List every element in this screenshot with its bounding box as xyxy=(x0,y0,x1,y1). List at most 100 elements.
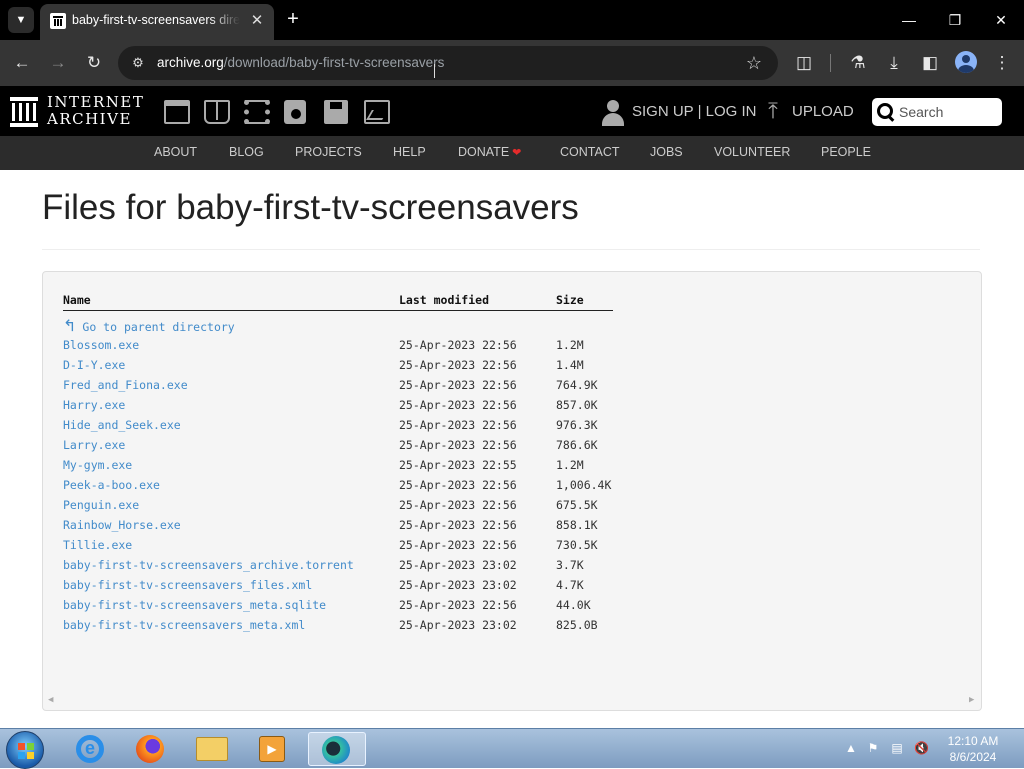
taskbar-firefox[interactable] xyxy=(124,732,176,766)
window-minimize-button[interactable]: — xyxy=(886,0,932,40)
chrome-menu-icon[interactable]: ⋮ xyxy=(990,51,1014,75)
audio-speaker-icon[interactable] xyxy=(284,100,306,124)
file-row: D-I-Y.exe 25-Apr-2023 22:56 1.4M xyxy=(43,358,983,378)
file-link[interactable]: Penguin.exe xyxy=(63,498,139,512)
images-icon[interactable] xyxy=(364,100,390,124)
file-row: Penguin.exe 25-Apr-2023 22:56 675.5K xyxy=(43,498,983,518)
taskbar-clock[interactable]: 12:10 AM 8/6/2024 xyxy=(940,733,1006,765)
file-link[interactable]: Peek-a-boo.exe xyxy=(63,478,160,492)
signup-login-link[interactable]: SIGN UP | LOG IN xyxy=(632,103,756,120)
tab-close-icon[interactable]: ✕ xyxy=(248,12,266,30)
nav-contact[interactable]: CONTACT xyxy=(560,145,620,159)
scroll-right-arrow-icon[interactable]: ▶ xyxy=(969,695,979,705)
taskbar-internet-explorer[interactable]: e xyxy=(62,732,114,766)
tab-search-button[interactable]: ▼ xyxy=(8,7,34,33)
file-link[interactable]: baby-first-tv-screensavers_archive.torre… xyxy=(63,558,354,572)
upload-link[interactable]: UPLOAD xyxy=(792,103,854,120)
reload-icon[interactable]: ↻ xyxy=(82,51,106,75)
ia-search-box[interactable] xyxy=(872,98,1002,126)
file-link[interactable]: baby-first-tv-screensavers_meta.xml xyxy=(63,618,305,632)
texts-book-icon[interactable] xyxy=(204,100,230,124)
file-size: 764.9K xyxy=(556,378,598,392)
archive-building-logo-icon[interactable] xyxy=(10,97,38,127)
ia-logo-wordmark[interactable]: INTERNET ARCHIVE xyxy=(47,94,144,128)
file-link[interactable]: My-gym.exe xyxy=(63,458,132,472)
side-panel-icon[interactable]: ◧ xyxy=(918,51,942,75)
volume-muted-icon[interactable]: 🔇 xyxy=(914,741,929,755)
download-icon[interactable]: ⤓ xyxy=(882,51,906,75)
video-film-icon[interactable] xyxy=(244,100,270,124)
forward-arrow-icon[interactable]: → xyxy=(46,51,70,75)
user-icon[interactable] xyxy=(602,100,624,126)
show-hidden-icons-icon[interactable]: ▲ xyxy=(844,741,858,755)
labs-flask-icon[interactable]: ⚗ xyxy=(846,51,870,75)
column-header-name[interactable]: Name xyxy=(63,293,91,307)
search-input[interactable] xyxy=(899,103,997,121)
nav-donate-label: DONATE xyxy=(458,145,510,159)
file-size: 786.6K xyxy=(556,438,598,452)
nav-jobs[interactable]: JOBS xyxy=(650,145,683,159)
browser-tab-active[interactable]: baby-first-tv-screensavers directory lis… xyxy=(40,4,274,40)
file-row: Harry.exe 25-Apr-2023 22:56 857.0K xyxy=(43,398,983,418)
column-header-size[interactable]: Size xyxy=(556,293,584,307)
upload-arrow-icon[interactable]: ⤒ xyxy=(763,99,783,125)
file-size: 44.0K xyxy=(556,598,591,612)
extensions-puzzle-icon[interactable]: ◫ xyxy=(792,51,816,75)
taskbar-media-player[interactable]: ▶ xyxy=(246,732,298,766)
file-row: Rainbow_Horse.exe 25-Apr-2023 22:56 858.1K xyxy=(43,518,983,538)
window-restore-button[interactable]: ❐ xyxy=(932,0,978,40)
profile-avatar-icon[interactable] xyxy=(955,51,977,73)
software-floppy-icon[interactable] xyxy=(324,100,348,124)
column-header-modified[interactable]: Last modified xyxy=(399,293,489,307)
scroll-left-arrow-icon[interactable]: ◀ xyxy=(48,695,58,705)
file-modified: 25-Apr-2023 23:02 xyxy=(399,578,517,592)
file-link[interactable]: Larry.exe xyxy=(63,438,125,452)
nav-projects[interactable]: PROJECTS xyxy=(295,145,362,159)
bookmark-star-icon[interactable]: ☆ xyxy=(742,51,766,75)
new-tab-button[interactable]: + xyxy=(282,8,304,30)
nav-volunteer[interactable]: VOLUNTEER xyxy=(714,145,790,159)
nav-people[interactable]: PEOPLE xyxy=(821,145,871,159)
url-text[interactable]: archive.org/download/baby-first-tv-scree… xyxy=(157,55,444,70)
browser-tab-strip: ▼ baby-first-tv-screensavers directory l… xyxy=(0,0,1024,40)
address-bar[interactable]: ⚙ archive.org/download/baby-first-tv-scr… xyxy=(118,46,778,80)
nav-help[interactable]: HELP xyxy=(393,145,426,159)
file-link[interactable]: Tillie.exe xyxy=(63,538,132,552)
action-center-flag-icon[interactable]: ⚑ xyxy=(866,741,880,755)
search-icon[interactable] xyxy=(877,103,895,121)
file-row: Tillie.exe 25-Apr-2023 22:56 730.5K xyxy=(43,538,983,558)
back-arrow-icon[interactable]: ← xyxy=(10,51,34,75)
file-modified: 25-Apr-2023 22:56 xyxy=(399,358,517,372)
parent-directory-link[interactable]: ↰ Go to parent directory xyxy=(63,316,235,335)
taskbar-edge-browser[interactable] xyxy=(308,732,366,766)
ia-top-bar: INTERNET ARCHIVE SIGN UP | LOG IN ⤒ UPLO… xyxy=(0,86,1024,136)
network-icon[interactable]: ▤ xyxy=(890,741,904,755)
taskbar-file-explorer[interactable] xyxy=(186,732,238,766)
file-link[interactable]: baby-first-tv-screensavers_meta.sqlite xyxy=(63,598,326,612)
file-row: baby-first-tv-screensavers_meta.sqlite 25… xyxy=(43,598,983,618)
window-close-button[interactable]: ✕ xyxy=(978,0,1024,40)
file-size: 976.3K xyxy=(556,418,598,432)
file-modified: 25-Apr-2023 22:55 xyxy=(399,458,517,472)
toolbar-divider xyxy=(830,54,831,72)
file-link[interactable]: baby-first-tv-screensavers_files.xml xyxy=(63,578,312,592)
up-arrow-icon: ↰ xyxy=(63,316,77,335)
file-link[interactable]: Fred_and_Fiona.exe xyxy=(63,378,188,392)
nav-about[interactable]: ABOUT xyxy=(154,145,197,159)
file-size: 1.2M xyxy=(556,458,584,472)
file-link[interactable]: Hide_and_Seek.exe xyxy=(63,418,181,432)
file-size: 825.0B xyxy=(556,618,598,632)
file-link[interactable]: Blossom.exe xyxy=(63,338,139,352)
web-archive-icon[interactable] xyxy=(164,100,190,124)
tab-title: baby-first-tv-screensavers directory lis… xyxy=(72,13,240,27)
nav-donate[interactable]: DONATE ❤ xyxy=(458,145,521,159)
internet-explorer-icon: e xyxy=(76,735,104,763)
nav-blog[interactable]: BLOG xyxy=(229,145,264,159)
windows-logo-icon xyxy=(18,743,34,759)
file-link[interactable]: Harry.exe xyxy=(63,398,125,412)
file-link[interactable]: Rainbow_Horse.exe xyxy=(63,518,181,532)
header-rule xyxy=(63,310,613,311)
start-button[interactable] xyxy=(6,731,44,769)
file-link[interactable]: D-I-Y.exe xyxy=(63,358,125,372)
site-info-icon[interactable]: ⚙ xyxy=(126,51,150,75)
